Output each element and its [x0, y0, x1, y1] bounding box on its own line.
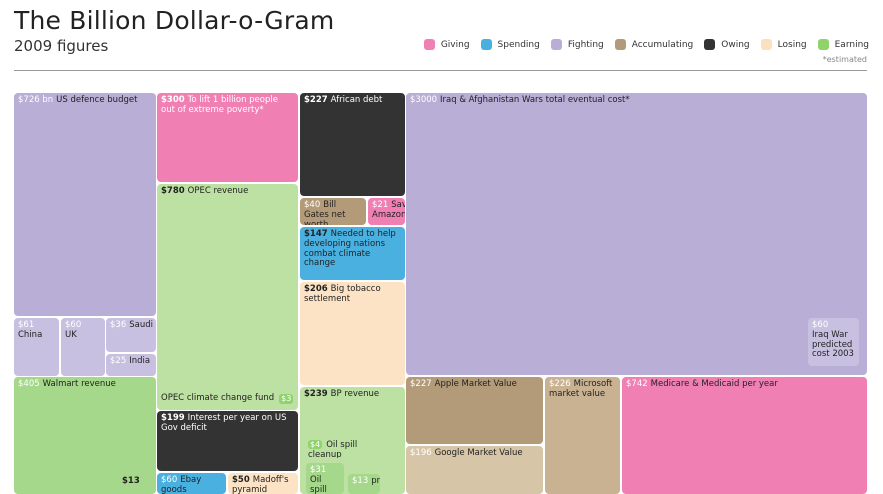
tile-opec-revenue: $780 OPEC revenue — [157, 184, 298, 410]
tile-value: $780 — [161, 186, 185, 196]
legend-item-owing: Owing — [704, 39, 750, 50]
tile-microsoft-market-value: $226 Microsoft market value — [545, 377, 620, 494]
tile-iraq-afghanistan-wars-total-eventual-cost: $3000 Iraq & Afghanistan Wars total event… — [406, 93, 867, 375]
tile-value: $25 — [110, 356, 127, 366]
legend-swatch — [480, 39, 492, 50]
header-divider — [14, 70, 867, 71]
tile-value: $227 — [304, 95, 328, 105]
legend-item-spending: Spending — [480, 39, 540, 50]
legend-item-accumulating: Accumulating — [614, 39, 694, 50]
tile-label: Medicare & Medicaid per year — [650, 379, 778, 389]
tile-value: $50 — [232, 475, 250, 485]
legend-item-earning: Earning — [817, 39, 869, 50]
page-subtitle: 2009 figures — [14, 37, 109, 55]
legend-label: Fighting — [567, 39, 604, 50]
legend-swatch — [704, 39, 716, 50]
tile-apple-market-value: $227 Apple Market Value — [406, 377, 543, 444]
tile-opec-climate-change-fund: OPEC climate change fund $3 — [157, 390, 298, 408]
tile-label: Apple Market Value — [434, 379, 517, 389]
tile-value: $405 — [18, 379, 40, 389]
legend-label: Earning — [834, 39, 869, 50]
tile-oil-spill-cleanup: $4 Oil spill cleanup — [306, 440, 394, 458]
legend-swatch — [423, 39, 435, 50]
legend-label: Accumulating — [631, 39, 694, 50]
tile-big-tobacco-settlement: $206 Big tobacco settlement — [300, 282, 405, 385]
tile-label: African debt — [330, 95, 383, 105]
tile-profit: $13profit — [348, 474, 380, 494]
tile-needed-to-help-developing-nations-combat-climate-change: $147 Needed to help developing nations co… — [300, 227, 405, 280]
tile-label: US defence budget — [56, 95, 138, 105]
tile-label: Saudi — [129, 320, 153, 330]
tile-medicare-medicaid-per-year: $742 Medicare & Medicaid per year — [622, 377, 867, 494]
tile-to-lift-1-billion-people-out-of-extreme-poverty: $300 To lift 1 billion people out of extr… — [157, 93, 298, 182]
tile-value: $40 — [304, 200, 321, 210]
tile-iraq-war-predicted-cost-2003: $60 Iraq War predicted cost 2003 — [808, 318, 859, 366]
tile-label: UK — [65, 329, 77, 340]
legend-label: Losing — [777, 39, 807, 50]
tile-value: $13 — [122, 476, 140, 486]
tile-value: $196 — [410, 448, 432, 458]
tile-value: $13 — [352, 476, 369, 486]
tile-value: $239 — [304, 389, 328, 399]
tile-value: $300 — [161, 95, 185, 105]
tile-value: $60 — [161, 475, 178, 485]
legend-label: Owing — [721, 39, 750, 50]
tile-madoff-s-pyramid: $50 Madoff's pyramid — [228, 473, 298, 494]
tile-india: $25 India — [106, 354, 156, 376]
tile-value: $31 — [310, 465, 327, 475]
tile-value: $3000 — [410, 95, 438, 105]
legend-swatch — [760, 39, 772, 50]
tile-china: $61 China — [14, 318, 59, 376]
tile-uk: $60 UK — [61, 318, 105, 376]
tile-interest-per-year-on-us-gov-deficit: $199 Interest per year on US Gov deficit — [157, 411, 298, 471]
tile-value: $206 — [304, 284, 328, 294]
tile-value: $147 — [304, 229, 328, 239]
tile-label: OPEC climate change fund — [161, 393, 275, 404]
tile-value: $726 bn — [18, 95, 54, 105]
tile-label: China — [18, 329, 43, 340]
estimated-note: *estimated — [822, 55, 867, 64]
tile-value: $199 — [161, 413, 185, 423]
legend-swatch — [614, 39, 626, 50]
legend-label: Spending — [497, 39, 540, 50]
tile-value: $21 — [372, 200, 389, 210]
tile-value: $226 — [549, 379, 571, 389]
tile-value: $36 — [110, 320, 127, 330]
tile-value: $742 — [626, 379, 648, 389]
tile-us-defence-budget: $726 bn US defence budget — [14, 93, 156, 316]
tile-label: India — [129, 356, 151, 366]
tile-oil-spill-fine: $31Oil spill fine* — [306, 463, 344, 494]
tile-label: Iraq War predicted cost 2003 — [812, 329, 854, 360]
tile-label: OPEC revenue — [187, 186, 249, 196]
legend-item-losing: Losing — [760, 39, 807, 50]
tile-value: $4 — [308, 440, 323, 450]
page-title: The Billion Dollar-o-Gram — [14, 6, 335, 35]
tile-value: $60 — [65, 320, 82, 330]
tile-saudi: $36 Saudi — [106, 318, 156, 352]
legend-item-giving: Giving — [423, 39, 470, 50]
tile-value: $227 — [410, 379, 432, 389]
legend-swatch — [817, 39, 829, 50]
tile-label: profit — [371, 476, 380, 486]
tile-tile: $13 — [118, 474, 146, 494]
tile-bill-gates-net-worth: $40 Bill Gates net worth — [300, 198, 366, 225]
tile-value: $61 — [18, 320, 35, 330]
tile-label: BP revenue — [330, 389, 380, 399]
tile-label: Walmart revenue — [42, 379, 116, 389]
tile-save-amazon: $21Save Amazon — [368, 198, 405, 225]
tile-ebay-goods: $60 Ebay goods — [157, 473, 226, 494]
legend-item-fighting: Fighting — [550, 39, 604, 50]
tile-label: Google Market Value — [434, 448, 523, 458]
tile-value: $3 — [279, 394, 294, 404]
legend-swatch — [550, 39, 562, 50]
tile-label: Iraq & Afghanistan Wars total eventual c… — [440, 95, 630, 105]
tile-african-debt: $227 African debt — [300, 93, 405, 196]
tile-value: $60 — [812, 320, 829, 330]
tile-google-market-value: $196 Google Market Value — [406, 446, 543, 494]
tile-label: Oil spill fine* — [310, 474, 327, 494]
legend-label: Giving — [440, 39, 470, 50]
legend: Giving Spending Fighting Accumulating Ow… — [413, 39, 869, 50]
